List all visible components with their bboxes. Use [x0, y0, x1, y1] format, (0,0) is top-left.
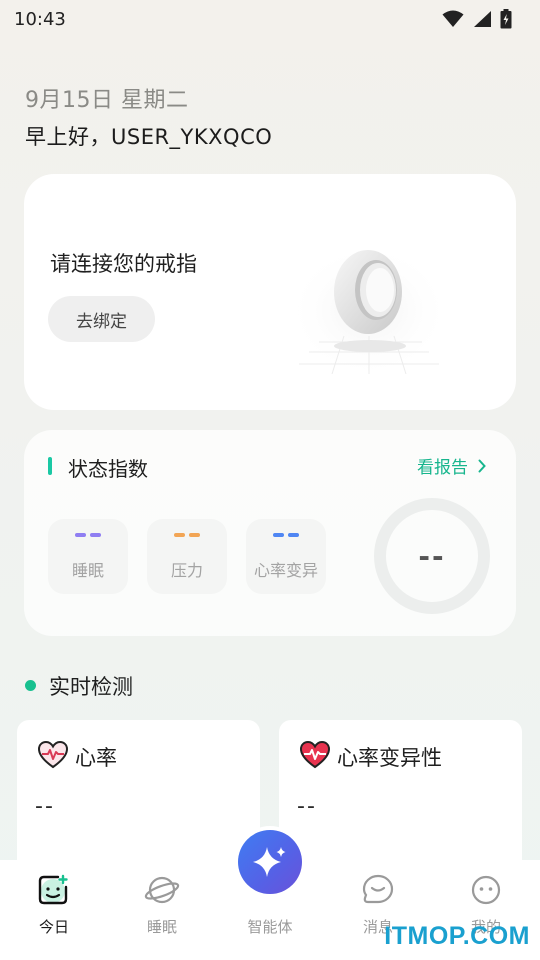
hrv-title: 心率变异性 [337, 746, 442, 770]
title-accent-bar [48, 457, 52, 475]
metric-tile-hrv[interactable]: 心率变异 [246, 519, 326, 594]
battery-icon [500, 9, 512, 29]
hrv-value: -- [297, 794, 317, 819]
status-index-title: 状态指数 [68, 457, 148, 481]
tab-label: 今日 [38, 918, 69, 936]
watermark-logo: ITMOP.COM [384, 922, 530, 950]
metric-label: 心率变异 [253, 561, 318, 580]
metric-placeholder [273, 533, 299, 543]
ring-illustration [287, 236, 451, 374]
heart-rate-value: -- [35, 794, 55, 819]
metric-placeholder [75, 533, 101, 543]
realtime-section-title: 实时检测 [49, 675, 133, 699]
tab-today[interactable]: 今日 [0, 860, 108, 960]
tab-label: 智能体 [247, 918, 293, 936]
tab-label: 睡眠 [146, 918, 177, 936]
status-score-value: -- [418, 539, 446, 573]
view-report-label: 看报告 [417, 458, 468, 478]
ai-agent-button[interactable] [234, 826, 306, 898]
view-report-link[interactable]: 看报告 [417, 453, 486, 478]
ring-card-title: 请连接您的戒指 [50, 252, 197, 276]
greeting-text: 早上好，USER_YKXQCO [25, 125, 273, 149]
heart-outline-icon [37, 740, 69, 769]
metric-tile-sleep[interactable]: 睡眠 [48, 519, 128, 594]
planet-icon [144, 876, 180, 904]
signal-icon [474, 11, 491, 27]
metric-placeholder [174, 533, 200, 543]
wifi-icon [442, 10, 464, 27]
today-icon [38, 874, 68, 905]
heart-rate-title: 心率 [75, 746, 117, 770]
metric-label: 睡眠 [71, 561, 104, 580]
date-text: 9月15日 星期二 [25, 88, 189, 113]
ai-agent-button-inner [238, 830, 302, 894]
status-index-card: 状态指数 看报告 睡眠 压力 心率变异 -- [24, 430, 516, 636]
heart-red-icon [299, 740, 331, 769]
bind-button[interactable]: 去绑定 [48, 296, 155, 342]
tab-sleep[interactable]: 睡眠 [108, 860, 216, 960]
chevron-right-icon [478, 459, 486, 472]
profile-icon [471, 875, 501, 905]
status-bar: 10:43 [0, 0, 540, 38]
status-icons [442, 9, 512, 29]
status-time: 10:43 [14, 8, 66, 30]
metric-tile-stress[interactable]: 压力 [147, 519, 227, 594]
chat-icon [362, 874, 394, 904]
ring-connect-card: 请连接您的戒指 去绑定 [24, 174, 516, 410]
section-dot [25, 680, 36, 691]
metric-label: 压力 [170, 561, 203, 580]
sparkle-icon [253, 847, 286, 877]
